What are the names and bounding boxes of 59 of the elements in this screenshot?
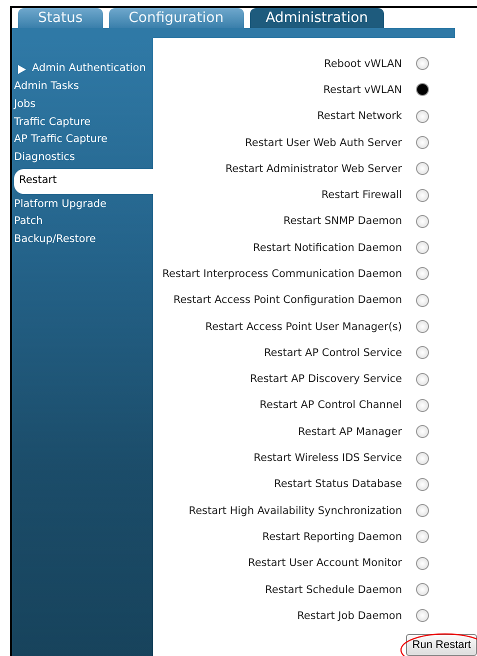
sidebar-item[interactable]: Backup/Restore [12,231,153,249]
sidebar-item[interactable]: Restart [14,168,153,194]
option-label: Restart Administrator Web Server [225,162,402,175]
option-label: Restart Interprocess Communication Daemon [162,268,402,280]
option-label: Restart Status Database [274,478,402,490]
radio-button[interactable] [416,346,429,360]
sidebar-item[interactable]: Patch [12,213,153,232]
radio-button[interactable] [416,504,429,518]
option-label: Restart Firewall [321,189,402,202]
option-label: Reboot vWLAN [324,58,402,70]
option-label: Restart User Web Auth Server [245,136,402,148]
sidebar-item[interactable]: Diagnostics [12,148,153,167]
radio-button[interactable] [416,294,429,307]
radio-button[interactable] [416,478,429,491]
tab[interactable]: Status [18,8,103,28]
radio-button[interactable] [416,57,429,70]
triangle-icon [18,64,26,74]
radio-button[interactable] [416,188,429,202]
option-label: Restart Job Daemon [297,610,402,622]
option-label: Restart vWLAN [323,84,402,96]
option-label: Restart Access Point Configuration Daemon [173,294,402,306]
radio-button[interactable] [416,162,429,176]
option-label: Restart AP Manager [298,426,402,438]
radio-button[interactable] [416,452,429,465]
radio-button[interactable] [416,83,429,96]
option-label: Restart Notification Daemon [253,242,402,254]
radio-button[interactable] [416,425,429,438]
option-label: Restart AP Control Service [264,346,402,359]
radio-button[interactable] [416,320,429,334]
option-label: Restart User Account Monitor [248,557,402,570]
radio-button[interactable] [416,530,429,544]
option-label: Restart Schedule Daemon [265,584,402,596]
tab[interactable]: Administration [250,8,384,28]
radio-button[interactable] [416,398,429,412]
radio-button[interactable] [416,110,429,123]
option-label: Restart Wireless IDS Service [254,452,402,464]
sidebar-item[interactable]: AP Traffic Capture [12,131,153,149]
radio-button[interactable] [416,609,429,622]
tab[interactable]: Configuration [108,8,244,28]
option-label: Restart AP Control Channel [260,399,402,412]
run-restart-button[interactable]: Run Restart [406,634,477,656]
sidebar-item[interactable]: Jobs [12,96,153,114]
sidebar-item[interactable]: Admin Authentication [12,60,153,78]
option-label: Restart SNMP Daemon [283,215,402,228]
radio-button[interactable] [416,214,429,228]
radio-button[interactable] [416,583,429,596]
radio-button[interactable] [416,267,429,280]
sidebar-item[interactable]: Admin Tasks [12,78,153,96]
radio-button[interactable] [416,556,429,570]
option-label: Restart AP Discovery Service [250,373,402,386]
sidebar-item[interactable]: Platform Upgrade [12,196,153,214]
sidebar-item[interactable]: Traffic Capture [12,114,153,132]
option-label: Restart Access Point User Manager(s) [205,320,402,333]
option-label: Restart Reporting Daemon [262,530,402,543]
radio-button[interactable] [416,372,429,386]
option-label: Restart Network [317,110,402,122]
radio-button[interactable] [416,241,429,254]
option-label: Restart High Availability Synchronization [188,504,402,517]
radio-button[interactable] [416,136,429,149]
